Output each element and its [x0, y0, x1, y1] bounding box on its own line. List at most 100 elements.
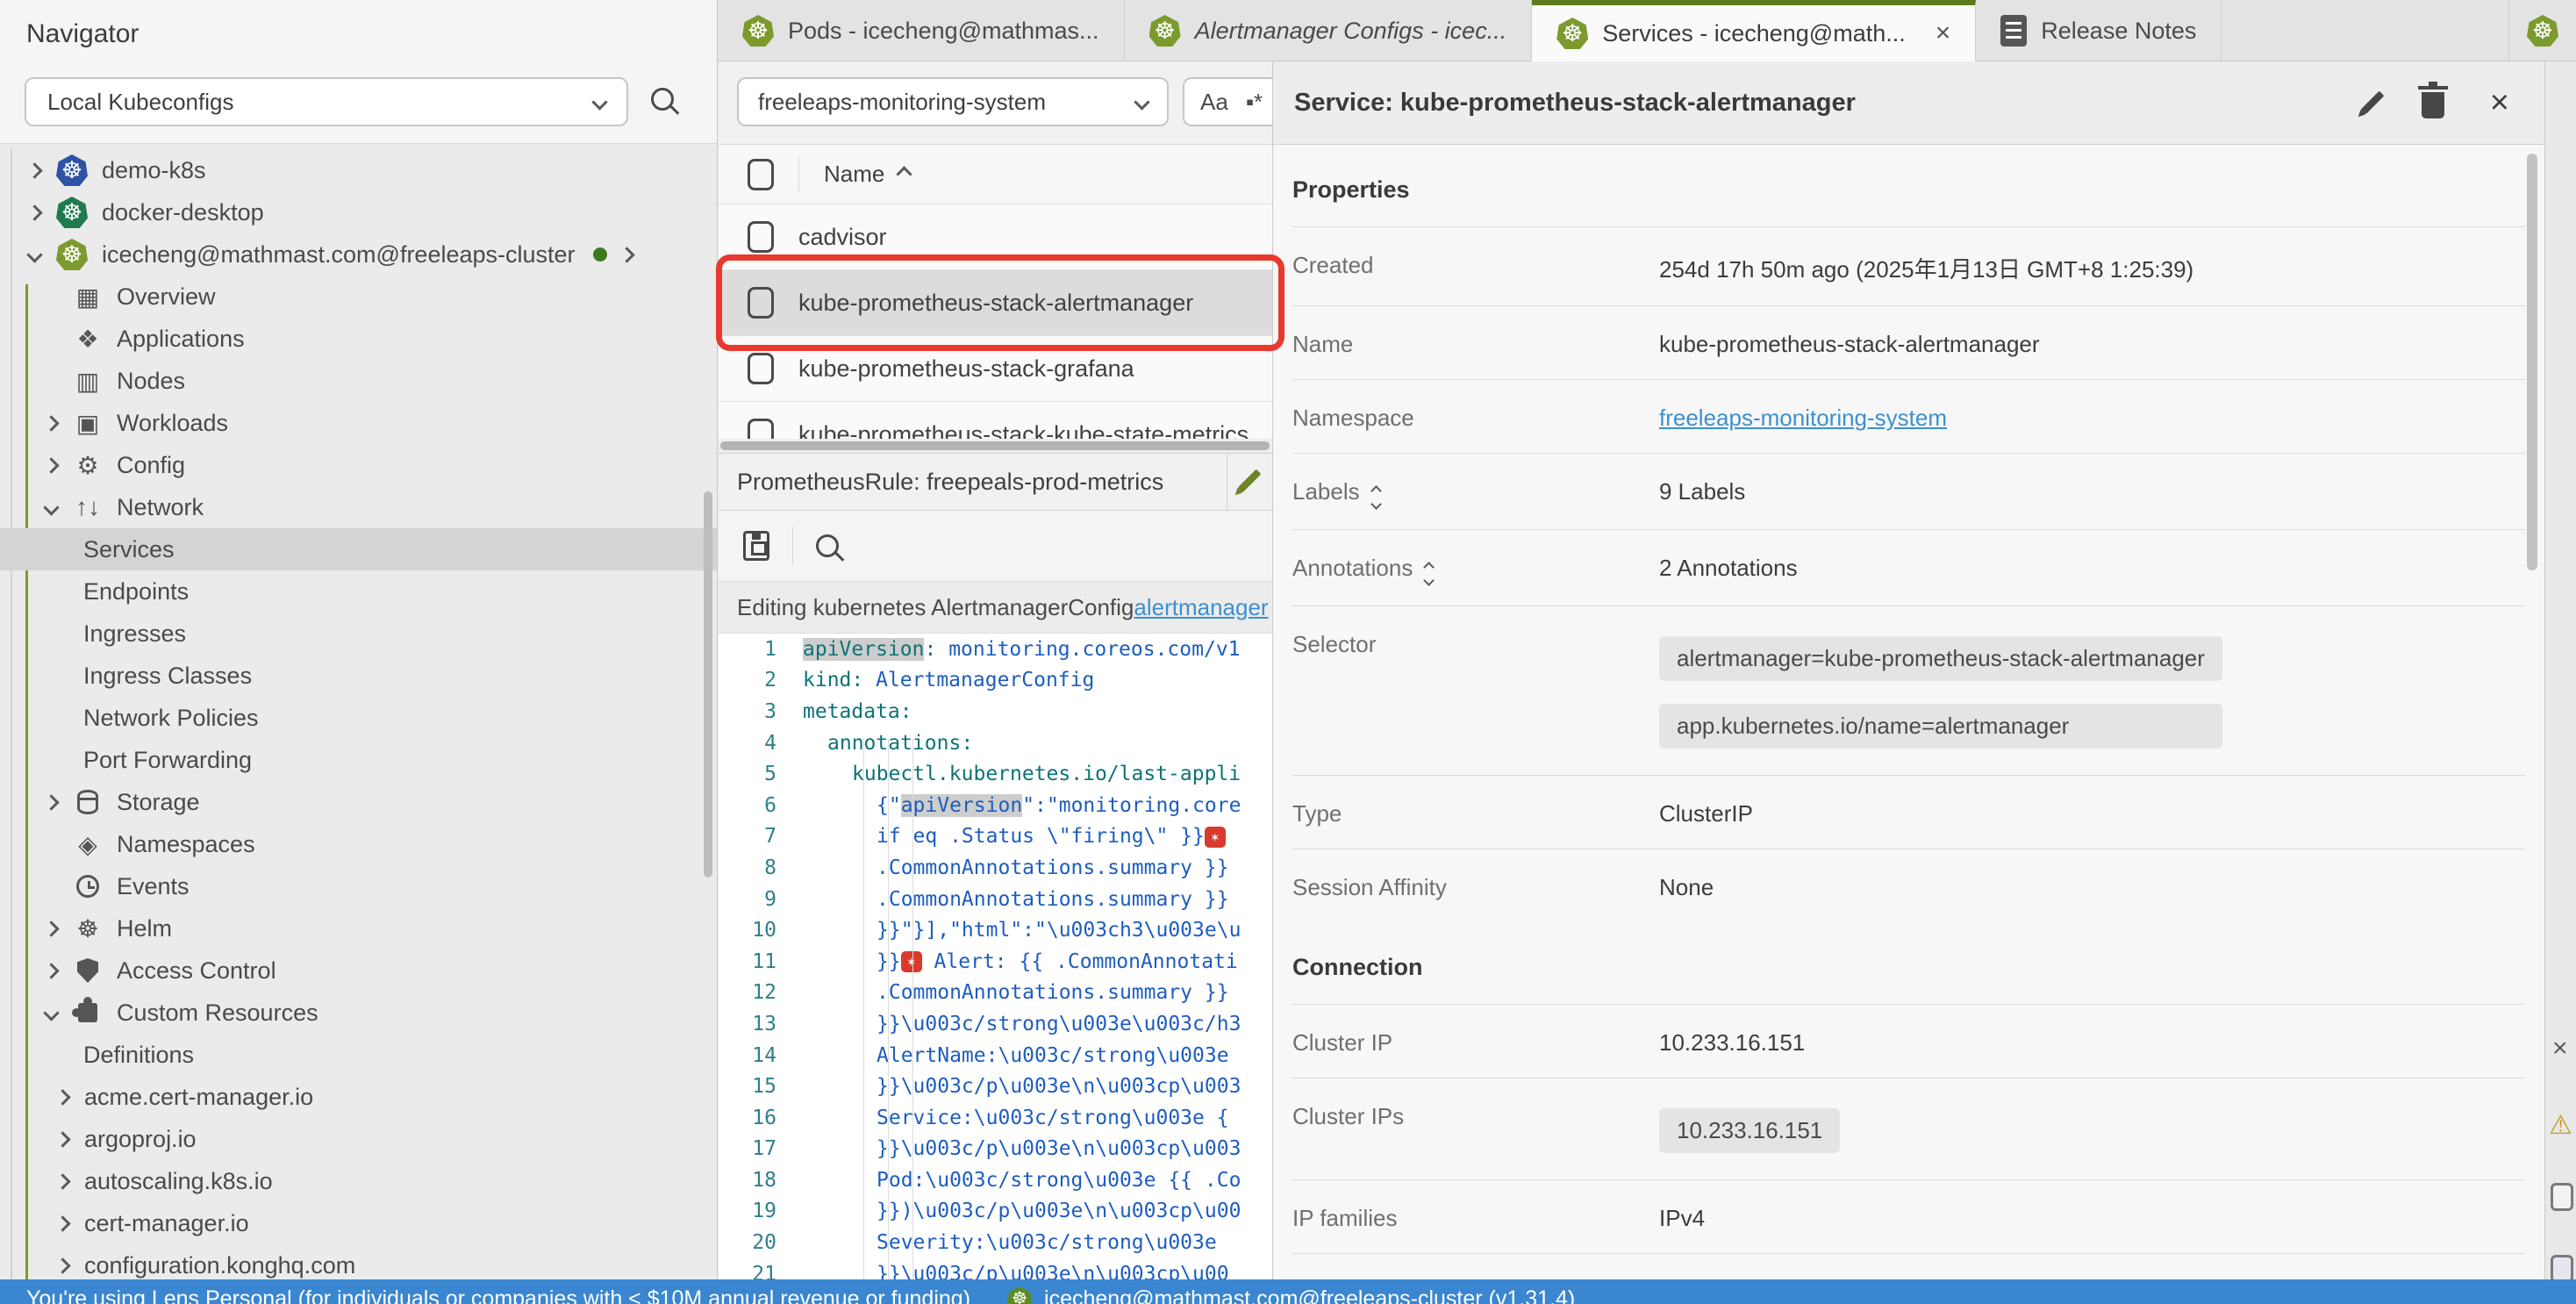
chevron-right-icon[interactable] — [43, 415, 59, 431]
line-number: 14 — [719, 1044, 803, 1067]
sidebar-item-workloads[interactable]: ▣Workloads — [0, 402, 717, 444]
tab-pods[interactable]: ☸Pods - icecheng@mathmas... — [718, 0, 1125, 61]
save-icon[interactable] — [743, 531, 769, 561]
panel-icon[interactable] — [2551, 1183, 2573, 1211]
close-icon[interactable]: × — [2552, 1034, 2568, 1064]
drawer-scrollbar[interactable] — [2527, 154, 2537, 570]
name-column-header[interactable]: Name — [824, 161, 910, 188]
active-cluster-status[interactable]: ☸ icecheng@mathmast.com@freeleaps-cluste… — [1007, 1286, 1575, 1304]
editor-search-icon[interactable] — [816, 534, 839, 557]
sidebar-item-namespaces[interactable]: ◈Namespaces — [0, 823, 717, 865]
chevron-right-icon[interactable] — [26, 162, 42, 178]
row-checkbox[interactable] — [748, 221, 774, 253]
namespace-link[interactable]: freeleaps-monitoring-system — [1659, 405, 1947, 431]
code-text: }}\u003c/p\u003e\n\u003cp\u00 — [803, 1263, 1229, 1279]
tab-close-icon[interactable]: × — [1936, 18, 1951, 48]
sidebar-item-port-forwarding[interactable]: Port Forwarding — [0, 739, 717, 781]
sidebar-item-events[interactable]: Events — [0, 865, 717, 907]
yaml-editor[interactable]: 1apiVersion: monitoring.coreos.com/v12ki… — [719, 634, 1272, 1279]
search-icon[interactable] — [651, 88, 674, 111]
section-title: Properties — [1292, 145, 2525, 226]
edit-icon[interactable] — [1238, 469, 1262, 493]
sidebar-item-configuration-konghq-com[interactable]: configuration.konghq.com — [0, 1244, 717, 1279]
sidebar-item-ingress-classes[interactable]: Ingress Classes — [0, 655, 717, 697]
chevron-down-icon[interactable] — [26, 247, 42, 262]
tree-item-label: icecheng@mathmast.com@freeleaps-cluster — [102, 241, 576, 269]
sidebar-item-ingresses[interactable]: Ingresses — [0, 613, 717, 655]
chevron-right-icon[interactable] — [43, 794, 59, 810]
scrollbar-thumb[interactable] — [720, 441, 1270, 450]
code-text: }}\u003c/p\u003e\n\u003cp\u003 — [803, 1137, 1241, 1160]
chevron-right-icon[interactable] — [43, 963, 59, 978]
services-table: Name cadvisorkube-prometheus-stack-alert… — [719, 145, 1272, 453]
chevron-right-icon[interactable] — [43, 457, 59, 473]
cluster-status-dot — [593, 247, 607, 262]
sidebar-item-overview[interactable]: ▦Overview — [0, 276, 717, 318]
code-text: apiVersion: monitoring.coreos.com/v1 — [803, 638, 1241, 661]
table-row[interactable]: kube-prometheus-stack-grafana — [719, 336, 1272, 402]
prometheusrule-bar: PrometheusRule: freepeals-prod-metrics — [719, 453, 1272, 511]
tab-release-notes[interactable]: Release Notes — [1976, 0, 2222, 61]
breadcrumb-link[interactable]: alertmanager — [1134, 594, 1268, 621]
tree-item-label: Applications — [117, 326, 245, 353]
tree-item-label: Network — [117, 494, 204, 521]
chevron-right-icon[interactable] — [54, 1215, 70, 1231]
kubernetes-icon: ☸ — [56, 239, 88, 270]
kubeconfig-select[interactable]: Local Kubeconfigs — [25, 77, 628, 126]
sidebar-item-docker-desktop[interactable]: ☸docker-desktop — [0, 191, 717, 233]
line-number: 2 — [719, 669, 803, 691]
match-case-icon[interactable]: Aa — [1200, 89, 1228, 116]
sidebar-scrollbar[interactable] — [704, 491, 712, 878]
sidebar-item-applications[interactable]: ❖Applications — [0, 318, 717, 360]
chevron-right-icon[interactable] — [26, 204, 42, 220]
sidebar-item-network-policies[interactable]: Network Policies — [0, 697, 717, 739]
sort-toggle-icon[interactable] — [1425, 555, 1433, 584]
chevron-down-icon[interactable] — [43, 499, 59, 515]
regex-icon[interactable]: ▪* — [1246, 89, 1263, 116]
sidebar-item-argoproj-io[interactable]: argoproj.io — [0, 1118, 717, 1160]
sidebar-item-storage[interactable]: Storage — [0, 781, 717, 823]
table-row[interactable]: cadvisor — [719, 204, 1272, 270]
row-checkbox[interactable] — [748, 353, 774, 384]
edit-icon[interactable] — [2360, 91, 2384, 115]
sidebar-item-demo-k8s[interactable]: ☸demo-k8s — [0, 149, 717, 191]
tab-services[interactable]: ☸Services - icecheng@math...× — [1532, 0, 1976, 61]
chevron-right-icon[interactable] — [54, 1173, 70, 1189]
sidebar-item-services[interactable]: Services — [0, 528, 717, 570]
sidebar-item-autoscaling-k8s-io[interactable]: autoscaling.k8s.io — [0, 1160, 717, 1202]
sidebar-item-network[interactable]: ↑↓Network — [0, 486, 717, 528]
sidebar-item-icecheng-mathmast-com-freeleaps-cluster[interactable]: ☸ icecheng@mathmast.com@freeleaps-cluster — [0, 233, 717, 276]
line-number: 4 — [719, 732, 803, 755]
chevron-right-icon[interactable] — [54, 1257, 70, 1273]
sort-toggle-icon[interactable] — [1372, 478, 1380, 508]
tab-overflow[interactable]: ☸ — [2508, 0, 2576, 61]
sidebar-item-definitions[interactable]: Definitions — [0, 1034, 717, 1076]
chevron-down-icon[interactable] — [43, 1005, 59, 1021]
namespace-select[interactable]: freeleaps-monitoring-system — [737, 77, 1169, 126]
sidebar-item-endpoints[interactable]: Endpoints — [0, 570, 717, 613]
horizontal-scrollbar[interactable] — [719, 439, 1272, 453]
code-text: AlertName:\u003c/strong\u003e — [803, 1044, 1229, 1067]
tree-item-label: Endpoints — [83, 578, 189, 605]
chevron-right-icon[interactable] — [54, 1089, 70, 1105]
sidebar-item-helm[interactable]: ☸Helm — [0, 907, 717, 949]
row-checkbox[interactable] — [748, 287, 774, 319]
label-text: Name — [1292, 331, 1353, 358]
code-token: kubectl.kubernetes.io/last-appli — [852, 763, 1241, 785]
sidebar-item-acme-cert-manager-io[interactable]: acme.cert-manager.io — [0, 1076, 717, 1118]
sidebar-item-cert-manager-io[interactable]: cert-manager.io — [0, 1202, 717, 1244]
editor-line: 3metadata: — [719, 696, 1272, 727]
sidebar-item-config[interactable]: ⚙Config — [0, 444, 717, 486]
chevron-right-icon[interactable] — [619, 247, 634, 262]
detail-label: Type — [1292, 797, 1659, 828]
chevron-right-icon[interactable] — [54, 1131, 70, 1147]
tab-alertmanager-configs[interactable]: ☸Alertmanager Configs - icec... — [1125, 0, 1533, 61]
table-row[interactable]: kube-prometheus-stack-alertmanager — [719, 270, 1272, 336]
close-icon[interactable]: × — [2490, 86, 2509, 119]
sidebar-item-access-control[interactable]: Access Control — [0, 949, 717, 992]
select-all-checkbox[interactable] — [748, 159, 774, 190]
sidebar-item-custom-resources[interactable]: Custom Resources — [0, 992, 717, 1034]
chevron-right-icon[interactable] — [43, 921, 59, 936]
delete-icon[interactable] — [2422, 92, 2444, 118]
sidebar-item-nodes[interactable]: ▥Nodes — [0, 360, 717, 402]
